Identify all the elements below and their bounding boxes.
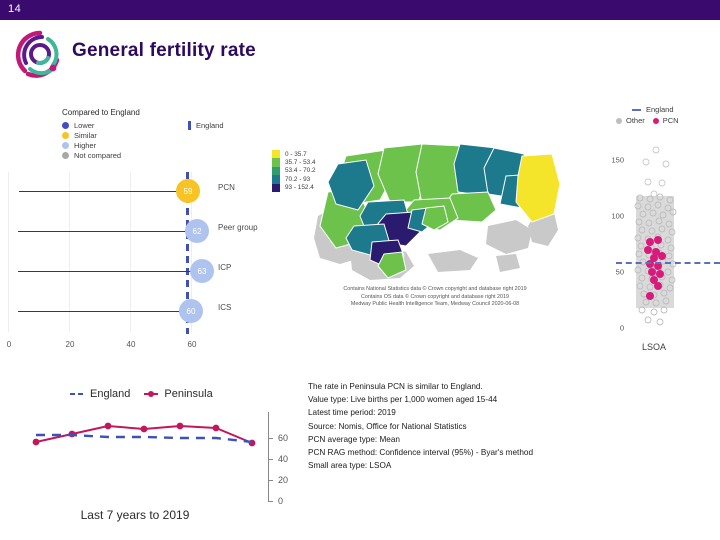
map-attribution-line-2: Contains OS data © Crown copyright and d…	[360, 293, 510, 300]
bar-label-peer-group: Peer group	[218, 223, 258, 232]
bar-value-ics[interactable]: 60	[179, 299, 203, 323]
table-row[interactable]: 59 PCN	[0, 172, 260, 212]
trend-line-icon	[144, 390, 159, 397]
scatter-legend-label-pcn: PCN	[662, 116, 679, 125]
x-tick-40: 40	[126, 340, 136, 349]
table-row[interactable]: 60 ICS	[0, 292, 260, 332]
trend-legend-label-england: England	[90, 388, 131, 400]
legend-label-lower: Lower	[74, 120, 95, 130]
trend-y-tick-0: 0	[278, 496, 284, 506]
map-swatch-5	[272, 183, 280, 192]
info-line-source: Source: Nomis, Office for National Stati…	[308, 421, 467, 431]
scatter-england-reference-line	[616, 262, 720, 264]
legend-swatch-lower	[62, 121, 69, 129]
info-line-time-period: Latest time period: 2019	[308, 408, 396, 418]
scatter-legend-other-pcn: Other PCN	[616, 115, 679, 126]
legend-label-higher: Higher	[74, 140, 97, 150]
scatter-panel: England Other PCN 150 100 50 0 LSOA	[588, 104, 720, 364]
map-attribution-line-1: Contains National Statistics data © Crow…	[343, 286, 527, 292]
info-line-summary: The rate in Peninsula PCN is similar to …	[308, 382, 483, 391]
trend-legend-england: England	[70, 388, 130, 400]
scatter-legend-dot-other	[616, 117, 622, 124]
map-panel: 0 - 35.7 35.7 - 53.4 53.4 - 70.2 70.2 - …	[262, 130, 587, 325]
legend-label-similar: Similar	[74, 130, 97, 140]
info-text-block: The rate in Peninsula PCN is similar to …	[308, 380, 608, 472]
trend-legend-label-peninsula: Peninsula	[164, 388, 213, 400]
legend-swatch-not-compared	[62, 151, 69, 159]
map-swatch-3	[272, 166, 280, 176]
scatter-legend-dot-pcn	[652, 117, 659, 124]
trend-plot-area[interactable]: 60 40 20 0	[0, 412, 300, 506]
scatter-legend-dash-icon	[632, 108, 641, 111]
trend-legend-peninsula: Peninsula	[144, 388, 213, 400]
trend-dash-icon	[70, 393, 84, 395]
bar-value-pcn[interactable]: 59	[176, 179, 200, 203]
england-reference-key: England	[188, 121, 224, 130]
trend-y-tick-20: 20	[278, 475, 289, 485]
scatter-legend-label-other: Other	[626, 116, 645, 125]
scatter-legend: England Other PCN	[616, 104, 679, 126]
bar-x-axis: 0 20 40 60	[0, 340, 260, 354]
table-row[interactable]: 62 Peer group	[0, 212, 260, 252]
map-swatch-2	[272, 158, 280, 167]
bar-plot-area: 59 PCN 62 Peer group 63 ICP 60 ICS 0 20	[0, 172, 260, 362]
page-title: General fertility rate	[72, 40, 256, 61]
slide: 14 General fertility rate Compared to En…	[0, 0, 720, 540]
compare-legend-title: Compared to England	[62, 108, 140, 117]
table-row[interactable]: 63 ICP	[0, 252, 260, 292]
compare-legend-item-lower: Lower	[62, 120, 140, 130]
legend-label-not-compared: Not compared	[74, 150, 122, 160]
bar-chart-panel: Compared to England Lower Similar Higher…	[0, 100, 260, 365]
x-tick-0: 0	[6, 340, 12, 349]
map-swatch-4	[272, 175, 280, 184]
info-line-average-type: PCN average type: Mean	[308, 434, 400, 444]
trend-y-tick-60: 60	[278, 433, 289, 443]
scatter-legend-label-england: England	[646, 105, 674, 114]
compare-legend-item-similar: Similar	[62, 130, 140, 140]
trend-legend: England Peninsula	[70, 388, 227, 400]
trend-y-tick-40: 40	[278, 454, 289, 464]
bar-value-peer-group[interactable]: 62	[185, 219, 209, 243]
x-tick-20: 20	[65, 340, 75, 349]
top-purple-bar	[0, 0, 720, 20]
organisation-logo	[12, 27, 68, 83]
x-tick-60: 60	[187, 340, 197, 349]
bar-label-icp: ICP	[218, 263, 232, 272]
info-line-value-type: Value type: Live births per 1,000 women …	[308, 395, 498, 405]
trend-y-axis	[268, 412, 269, 502]
compare-legend-item-higher: Higher	[62, 140, 140, 150]
slide-number: 14	[8, 3, 22, 15]
trend-panel: England Peninsula 60 40 20 0 Last 7 year…	[0, 378, 300, 538]
england-key-label: England	[196, 121, 224, 130]
compare-legend: Compared to England Lower Similar Higher…	[62, 108, 140, 160]
scatter-plot-area[interactable]: 150 100 50 0	[588, 138, 720, 338]
scatter-x-label: LSOA	[641, 342, 666, 352]
compare-legend-item-not-compared: Not compared	[62, 150, 140, 160]
info-line-rag-method: PCN RAG method: Confidence interval (95%…	[308, 448, 533, 458]
map-attribution-line-3: Medway Public Health Intelligence Team, …	[350, 301, 520, 308]
info-line-small-area: Small area type: LSOA	[308, 461, 392, 471]
map-attribution: Contains National Statistics data © Crow…	[290, 286, 580, 309]
bar-label-ics: ICS	[218, 303, 232, 312]
england-key-marker	[188, 121, 191, 130]
map-range-4: 70.2 - 93	[285, 175, 311, 183]
scatter-legend-england: England	[616, 104, 679, 115]
legend-swatch-similar	[62, 131, 69, 139]
map-range-1: 0 - 35.7	[285, 150, 307, 158]
legend-swatch-higher	[62, 141, 69, 149]
map-swatch-1	[272, 150, 280, 159]
bar-value-icp[interactable]: 63	[190, 259, 214, 283]
choropleth-map[interactable]	[310, 130, 561, 290]
trend-x-label: Last 7 years to 2019	[80, 508, 190, 522]
bar-label-pcn: PCN	[218, 183, 235, 192]
